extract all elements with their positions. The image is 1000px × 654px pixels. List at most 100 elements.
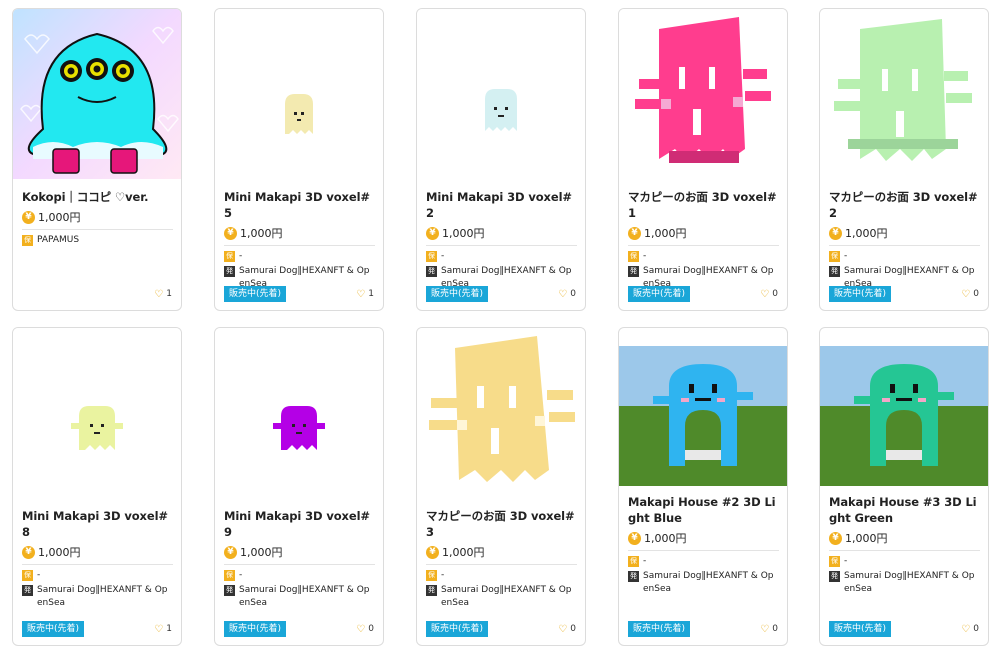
price: ¥ 1,000円 (426, 225, 577, 241)
yen-coin-icon: ¥ (426, 545, 439, 559)
owner-badge-icon: 保 (224, 251, 235, 262)
card-footer: ♡ 1 (22, 286, 172, 302)
issuer-name[interactable]: Samurai Dog‖HEXANFT & OpenSea (37, 584, 173, 610)
nft-card[interactable]: Makapi House #2 3D Light Blue ¥ 1,000円 保… (618, 327, 788, 646)
house-voxel-green-image (820, 346, 988, 502)
heart-icon: ♡ (760, 623, 770, 635)
price: ¥ 1,000円 (22, 544, 173, 560)
owner-row: 保 - (224, 569, 375, 582)
nft-card[interactable]: Makapi House #3 3D Light Green ¥ 1,000円 … (819, 327, 989, 646)
like-count: 1 (166, 289, 172, 299)
card-footer: 販売中(先着) ♡ 0 (628, 621, 778, 637)
card-footer: 販売中(先着) ♡ 0 (628, 286, 778, 302)
owner-row: 保 - (224, 250, 375, 263)
like-button[interactable]: ♡ 1 (154, 624, 172, 635)
issuer-badge-icon: 発 (22, 585, 33, 596)
like-button[interactable]: ♡ 1 (154, 289, 172, 300)
heart-icon: ♡ (154, 288, 164, 300)
nft-card[interactable]: Mini Makapi 3D voxel#5 ¥ 1,000円 保 - 発 Sa… (214, 8, 384, 311)
card-footer: 販売中(先着) ♡ 0 (426, 621, 576, 637)
like-button[interactable]: ♡ 1 (356, 289, 374, 300)
like-button[interactable]: ♡ 0 (760, 289, 778, 300)
nft-card[interactable]: Mini Makapi 3D voxel#9 ¥ 1,000円 保 - 発 Sa… (214, 327, 384, 646)
mask-voxel-yellow-image (417, 328, 585, 498)
sale-status-badge: 販売中(先着) (829, 621, 892, 637)
card-footer: 販売中(先着) ♡ 0 (829, 286, 979, 302)
like-count: 0 (570, 624, 576, 634)
owner-badge-icon: 保 (426, 251, 437, 262)
divider (628, 550, 779, 551)
owner-badge-icon: 保 (829, 251, 840, 262)
mini-voxel-lime-image (13, 328, 181, 498)
owner-name: - (37, 570, 41, 580)
nft-card[interactable]: マカピーのお面 3D voxel#3 ¥ 1,000円 保 - 発 Samura… (416, 327, 586, 646)
issuer-badge-icon: 発 (628, 571, 639, 582)
yen-coin-icon: ¥ (224, 545, 237, 559)
price: ¥ 1,000円 (628, 225, 779, 241)
nft-card[interactable]: Kokopi｜ココピ ♡ver. ¥ 1,000円 保 PAPAMUS ♡ 1 (12, 8, 182, 311)
price-value: 1,000円 (644, 227, 687, 240)
card-title[interactable]: Mini Makapi 3D voxel#9 (224, 508, 375, 540)
card-title[interactable]: Mini Makapi 3D voxel#5 (224, 189, 375, 221)
yen-coin-icon: ¥ (22, 210, 35, 224)
like-button[interactable]: ♡ 0 (356, 624, 374, 635)
like-count: 0 (973, 624, 979, 634)
heart-icon: ♡ (961, 623, 971, 635)
mini-voxel-lightblue-image (417, 9, 585, 179)
price-value: 1,000円 (38, 546, 81, 559)
owner-row: 保 - (829, 250, 980, 263)
issuer-row: 発 Samurai Dog‖HEXANFT & OpenSea (224, 584, 375, 610)
card-title[interactable]: マカピーのお面 3D voxel#2 (829, 189, 980, 221)
card-title[interactable]: Kokopi｜ココピ ♡ver. (22, 189, 173, 205)
owner-name: - (239, 251, 243, 261)
owner-name: - (643, 251, 647, 261)
owner-name: - (844, 251, 848, 261)
sale-status-badge: 販売中(先着) (628, 286, 691, 302)
nft-card[interactable]: マカピーのお面 3D voxel#2 ¥ 1,000円 保 - 発 Samura… (819, 8, 989, 311)
price-value: 1,000円 (845, 532, 888, 545)
owner-badge-icon: 保 (628, 556, 639, 567)
like-button[interactable]: ♡ 0 (961, 289, 979, 300)
like-button[interactable]: ♡ 0 (558, 289, 576, 300)
card-title[interactable]: マカピーのお面 3D voxel#3 (426, 508, 577, 540)
issuer-name[interactable]: Samurai Dog‖HEXANFT & OpenSea (239, 584, 375, 610)
owner-name: - (441, 251, 445, 261)
heart-icon: ♡ (356, 623, 366, 635)
nft-card[interactable]: マカピーのお面 3D voxel#1 ¥ 1,000円 保 - 発 Samura… (618, 8, 788, 311)
card-title[interactable]: Mini Makapi 3D voxel#8 (22, 508, 173, 540)
sale-status-badge: 販売中(先着) (22, 621, 85, 637)
heart-icon: ♡ (961, 288, 971, 300)
divider (426, 245, 577, 246)
nft-card[interactable]: Mini Makapi 3D voxel#8 ¥ 1,000円 保 - 発 Sa… (12, 327, 182, 646)
price: ¥ 1,000円 (829, 530, 980, 546)
owner-name: - (441, 570, 445, 580)
sale-status-badge: 販売中(先着) (426, 286, 489, 302)
yen-coin-icon: ¥ (829, 226, 842, 240)
like-button[interactable]: ♡ 0 (961, 624, 979, 635)
issuer-row: 発 Samurai Dog‖HEXANFT & OpenSea (22, 584, 173, 610)
heart-icon: ♡ (356, 288, 366, 300)
nft-card[interactable]: Mini Makapi 3D voxel#2 ¥ 1,000円 保 - 発 Sa… (416, 8, 586, 311)
owner-badge-icon: 保 (628, 251, 639, 262)
price-value: 1,000円 (845, 227, 888, 240)
house-voxel-blue-image (619, 346, 787, 502)
issuer-name[interactable]: Samurai Dog‖HEXANFT & OpenSea (643, 570, 779, 596)
issuer-badge-icon: 発 (426, 266, 437, 277)
price: ¥ 1,000円 (224, 225, 375, 241)
heart-icon: ♡ (154, 623, 164, 635)
like-button[interactable]: ♡ 0 (558, 624, 576, 635)
yen-coin-icon: ¥ (426, 226, 439, 240)
heart-icon: ♡ (558, 288, 568, 300)
issuer-row: 発 Samurai Dog‖HEXANFT & OpenSea (628, 570, 779, 596)
card-title[interactable]: Mini Makapi 3D voxel#2 (426, 189, 577, 221)
card-title[interactable]: マカピーのお面 3D voxel#1 (628, 189, 779, 221)
price: ¥ 1,000円 (628, 530, 779, 546)
price-value: 1,000円 (240, 227, 283, 240)
like-button[interactable]: ♡ 0 (760, 624, 778, 635)
issuer-name[interactable]: Samurai Dog‖HEXANFT & OpenSea (441, 584, 577, 610)
like-count: 1 (166, 624, 172, 634)
sale-status-badge: 販売中(先着) (628, 621, 691, 637)
issuer-row: 発 Samurai Dog‖HEXANFT & OpenSea (426, 584, 577, 610)
owner-name[interactable]: PAPAMUS (37, 234, 79, 247)
issuer-name[interactable]: Samurai Dog‖HEXANFT & OpenSea (844, 570, 980, 596)
